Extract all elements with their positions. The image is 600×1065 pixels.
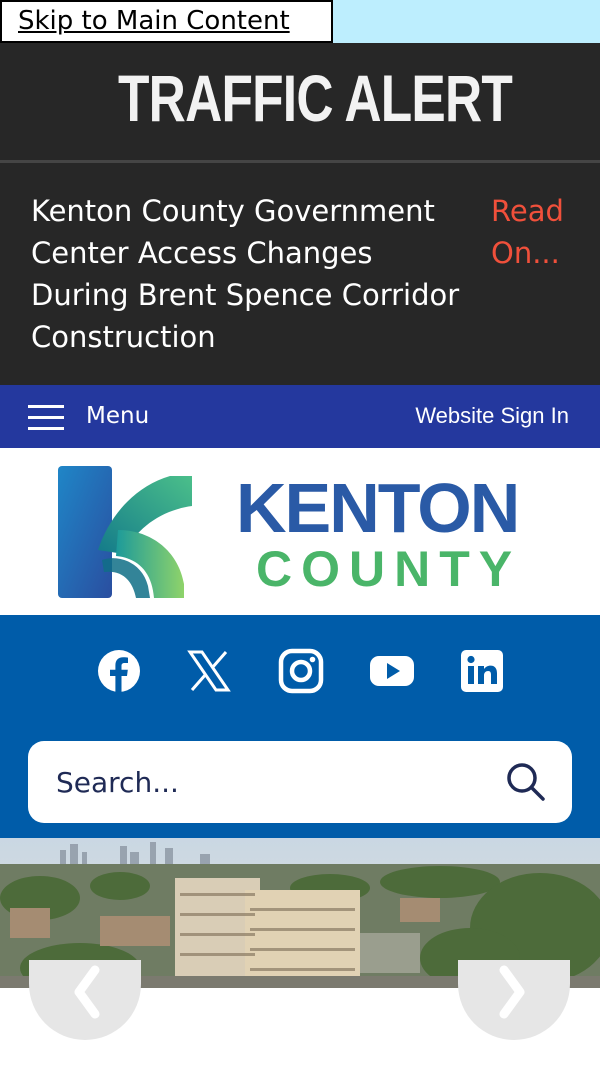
read-on-line: Read: [491, 194, 564, 228]
instagram-icon[interactable]: [278, 648, 324, 694]
chevron-left-icon: [74, 965, 100, 1019]
read-on-link[interactable]: Read On...: [491, 190, 586, 274]
alert-headline-link[interactable]: Kenton County Government Center Access C…: [31, 190, 491, 358]
traffic-alert-title: TRAFFIC ALERT: [118, 61, 513, 135]
hamburger-menu-icon[interactable]: [28, 405, 64, 430]
facebook-icon[interactable]: [96, 648, 142, 694]
linkedin-icon[interactable]: [459, 648, 505, 694]
alert-line: Kenton County Government: [31, 194, 435, 228]
youtube-icon[interactable]: [369, 648, 415, 694]
alert-line: Construction: [31, 320, 216, 354]
search-input[interactable]: [56, 762, 476, 802]
skip-to-main-link[interactable]: Skip to Main Content: [0, 0, 333, 43]
alert-line: Center Access Changes: [31, 236, 373, 270]
search-icon[interactable]: [506, 762, 546, 802]
carousel-next-button[interactable]: [458, 960, 570, 1040]
read-on-line: On...: [491, 236, 560, 270]
chevron-right-icon: [499, 965, 525, 1019]
kenton-k-logo-icon[interactable]: [58, 464, 194, 600]
alert-line: During Brent Spence Corridor: [31, 278, 460, 312]
x-twitter-icon[interactable]: [186, 648, 232, 694]
logo-kenton-text: KENTON: [236, 469, 520, 547]
logo-county-text: COUNTY: [256, 541, 522, 597]
menu-button[interactable]: Menu: [86, 403, 149, 429]
carousel-prev-button[interactable]: [29, 960, 141, 1040]
website-sign-in-link[interactable]: Website Sign In: [415, 403, 569, 429]
